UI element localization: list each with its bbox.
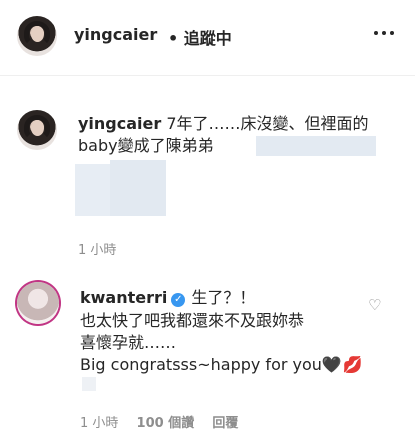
caption-timestamp[interactable]: 1 小時	[78, 239, 116, 258]
blurred-region	[82, 377, 96, 391]
blurred-region	[110, 160, 166, 216]
header-username[interactable]: yingcaier	[74, 25, 157, 44]
caption-text: 7年了……床沒變、但裡面的	[166, 114, 369, 133]
emoji-glyphs: 🖤💋	[321, 355, 364, 374]
comment-line-1: kwanterri ✓ 生了？！	[80, 287, 255, 309]
heart-icon[interactable]: ♡	[368, 296, 381, 314]
blurred-region	[256, 136, 376, 156]
caption-line-2: baby變成了陳弟弟	[78, 136, 214, 155]
comment-text-4: Big congratsss~happy for you	[80, 355, 322, 374]
caption-line-1: yingcaier 7年了……床沒變、但裡面的	[78, 113, 369, 135]
header-avatar[interactable]	[17, 16, 57, 56]
comment-line-4: Big congratsss~happy for you🖤💋	[80, 354, 364, 376]
header-divider	[0, 75, 415, 76]
comment-likes[interactable]: 100 個讚	[137, 416, 195, 431]
follow-status[interactable]: • 追蹤中	[168, 25, 232, 49]
comment-text-1: 生了？！	[191, 288, 256, 307]
verified-icon: ✓	[171, 293, 186, 307]
caption-username[interactable]: yingcaier	[78, 114, 161, 133]
more-options-icon[interactable]	[373, 22, 395, 44]
comment-meta: 1 小時 100 個讚 回覆	[80, 412, 252, 431]
comment-timestamp[interactable]: 1 小時	[80, 416, 118, 431]
comment-line-2: 也太快了吧我都還來不及跟妳恭	[80, 311, 305, 330]
comment-avatar[interactable]	[17, 282, 59, 324]
reply-button[interactable]: 回覆	[212, 416, 238, 431]
caption-avatar[interactable]	[17, 110, 57, 150]
comment-line-3: 喜懷孕就……	[80, 333, 177, 352]
comment-username[interactable]: kwanterri	[80, 288, 167, 307]
